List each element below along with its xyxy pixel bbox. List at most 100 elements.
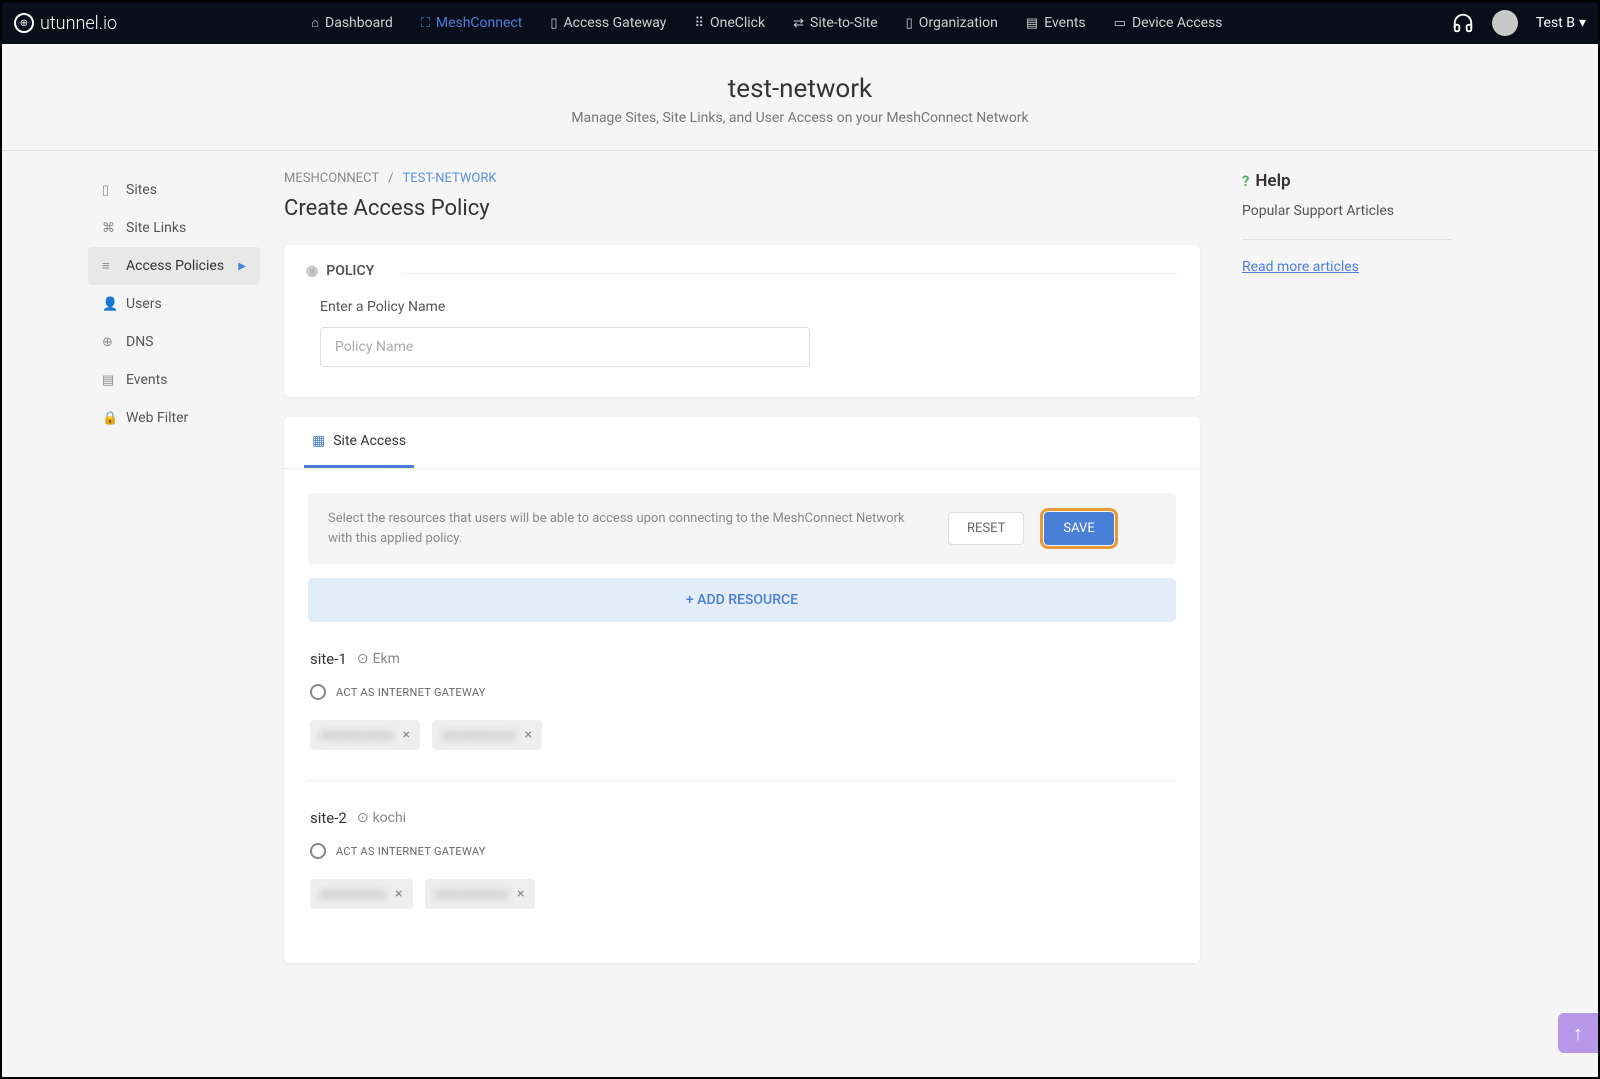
nav-dashboard[interactable]: ⌂Dashboard <box>297 2 407 44</box>
policy-card-header: ◉ POLICY <box>284 245 1200 279</box>
tabs: ▦ Site Access <box>284 417 1200 469</box>
policy-card: ◉ POLICY Enter a Policy Name <box>284 245 1200 397</box>
close-icon[interactable]: × <box>517 886 524 902</box>
resource-tags: xxxxxxxxx× xxxxxxxxxx× <box>310 879 1174 909</box>
gateway-icon: ▯ <box>550 16 557 31</box>
info-text: Select the resources that users will be … <box>328 509 928 548</box>
sidebar-item-events[interactable]: ▤Events <box>88 361 260 399</box>
nav-right: Test B▾ <box>1452 10 1586 36</box>
site-block-2: site-2 ⊙kochi ACT AS INTERNET GATEWAY xx… <box>308 809 1176 939</box>
logo-icon: ⊕ <box>14 13 34 33</box>
resource-tag: xxxxxxxxx× <box>310 879 413 909</box>
filter-icon: 🔒 <box>102 411 116 426</box>
nav-events[interactable]: ▤Events <box>1012 2 1100 44</box>
policies-icon: ≡ <box>102 258 116 274</box>
gateway-radio[interactable] <box>310 843 326 859</box>
help-read-more-link[interactable]: Read more articles <box>1242 259 1359 275</box>
users-icon: 👤 <box>102 297 116 312</box>
top-navigation: ⊕ utunnel.io ⌂Dashboard ⛶MeshConnect ▯Ac… <box>2 2 1598 44</box>
breadcrumb-current[interactable]: TEST-NETWORK <box>402 171 496 186</box>
sitetosite-icon: ⇄ <box>793 16 804 31</box>
site-name: site-2 <box>310 809 347 827</box>
scroll-to-top-button[interactable]: ↑ <box>1558 1013 1598 1053</box>
gateway-radio[interactable] <box>310 684 326 700</box>
location-icon: ⊙ <box>357 651 369 667</box>
nav-device-access[interactable]: ▭Device Access <box>1100 2 1237 44</box>
site-location: ⊙Ekm <box>357 651 400 667</box>
breadcrumb-separator: / <box>388 171 393 186</box>
add-resource-button[interactable]: + ADD RESOURCE <box>308 578 1176 622</box>
nav-site-to-site[interactable]: ⇄Site-to-Site <box>779 2 892 44</box>
page-title: test-network <box>2 74 1598 104</box>
links-icon: ⌘ <box>102 221 116 236</box>
gateway-row: ACT AS INTERNET GATEWAY <box>310 843 1174 859</box>
gateway-label: ACT AS INTERNET GATEWAY <box>336 845 486 858</box>
help-title: ? Help <box>1242 171 1512 191</box>
sidebar-item-sites[interactable]: ▯Sites <box>88 171 260 209</box>
breadcrumb: MESHCONNECT / TEST-NETWORK <box>284 171 1200 186</box>
nav-organization[interactable]: ▯Organization <box>892 2 1012 44</box>
gateway-row: ACT AS INTERNET GATEWAY <box>310 684 1174 700</box>
site-header: site-1 ⊙Ekm <box>310 650 1174 668</box>
sidebar-item-web-filter[interactable]: 🔒Web Filter <box>88 399 260 437</box>
help-divider <box>1242 239 1452 240</box>
policy-card-body: Enter a Policy Name <box>284 279 1200 397</box>
avatar[interactable] <box>1492 10 1518 36</box>
main-layout: ▯Sites ⌘Site Links ≡Access Policies▶ 👤Us… <box>2 151 1598 983</box>
dns-icon: ⊕ <box>102 335 116 350</box>
sidebar-item-site-links[interactable]: ⌘Site Links <box>88 209 260 247</box>
resource-tags: xxxxxxxxxx× xxxxxxxxxx× <box>310 720 1174 750</box>
home-icon: ⌂ <box>311 15 319 31</box>
nav-meshconnect[interactable]: ⛶MeshConnect <box>407 2 537 44</box>
shield-icon: ◉ <box>306 263 318 279</box>
close-icon[interactable]: × <box>403 727 410 743</box>
sidebar-item-access-policies[interactable]: ≡Access Policies▶ <box>88 247 260 285</box>
support-icon[interactable] <box>1452 12 1474 34</box>
site-block-1: site-1 ⊙Ekm ACT AS INTERNET GATEWAY xxxx… <box>308 650 1176 781</box>
sidebar-item-dns[interactable]: ⊕DNS <box>88 323 260 361</box>
gateway-label: ACT AS INTERNET GATEWAY <box>336 686 486 699</box>
location-icon: ⊙ <box>357 810 369 826</box>
site-location: ⊙kochi <box>357 810 406 826</box>
nav-access-gateway[interactable]: ▯Access Gateway <box>536 2 680 44</box>
logo-text: utunnel.io <box>40 13 117 34</box>
org-icon: ▯ <box>906 16 913 31</box>
info-box: Select the resources that users will be … <box>308 493 1176 564</box>
help-subtitle: Popular Support Articles <box>1242 203 1512 219</box>
reset-button[interactable]: RESET <box>948 512 1024 545</box>
grid-icon: ▦ <box>312 433 325 449</box>
help-panel: ? Help Popular Support Articles Read mor… <box>1212 171 1512 983</box>
user-menu[interactable]: Test B▾ <box>1536 15 1586 31</box>
site-header: site-2 ⊙kochi <box>310 809 1174 827</box>
arrow-up-icon: ↑ <box>1573 1021 1583 1046</box>
device-icon: ▭ <box>1114 16 1126 31</box>
sidebar: ▯Sites ⌘Site Links ≡Access Policies▶ 👤Us… <box>2 171 272 983</box>
events-sidebar-icon: ▤ <box>102 373 116 388</box>
close-icon[interactable]: × <box>395 886 402 902</box>
content: MESHCONNECT / TEST-NETWORK Create Access… <box>272 171 1212 983</box>
site-access-body: Select the resources that users will be … <box>284 469 1200 963</box>
oneclick-icon: ⠿ <box>694 16 704 31</box>
site-access-card: ▦ Site Access Select the resources that … <box>284 417 1200 963</box>
close-icon[interactable]: × <box>524 727 531 743</box>
sites-icon: ▯ <box>102 183 116 198</box>
policy-name-label: Enter a Policy Name <box>320 299 1164 315</box>
nav-items: ⌂Dashboard ⛶MeshConnect ▯Access Gateway … <box>297 2 1236 44</box>
help-icon: ? <box>1242 172 1249 190</box>
logo[interactable]: ⊕ utunnel.io <box>14 13 117 34</box>
site-name: site-1 <box>310 650 347 668</box>
mesh-icon: ⛶ <box>421 16 430 31</box>
resource-tag: xxxxxxxxxx× <box>425 879 535 909</box>
nav-oneclick[interactable]: ⠿OneClick <box>680 2 779 44</box>
resource-tag: xxxxxxxxxx× <box>432 720 542 750</box>
resource-tag: xxxxxxxxxx× <box>310 720 420 750</box>
save-button[interactable]: SAVE <box>1044 512 1113 545</box>
page-subtitle: Manage Sites, Site Links, and User Acces… <box>2 110 1598 126</box>
events-icon: ▤ <box>1026 16 1038 31</box>
page-header: test-network Manage Sites, Site Links, a… <box>2 44 1598 151</box>
breadcrumb-root[interactable]: MESHCONNECT <box>284 171 379 186</box>
sidebar-item-users[interactable]: 👤Users <box>88 285 260 323</box>
chevron-down-icon: ▾ <box>1579 15 1586 31</box>
policy-name-input[interactable] <box>320 327 810 367</box>
tab-site-access[interactable]: ▦ Site Access <box>304 417 414 468</box>
